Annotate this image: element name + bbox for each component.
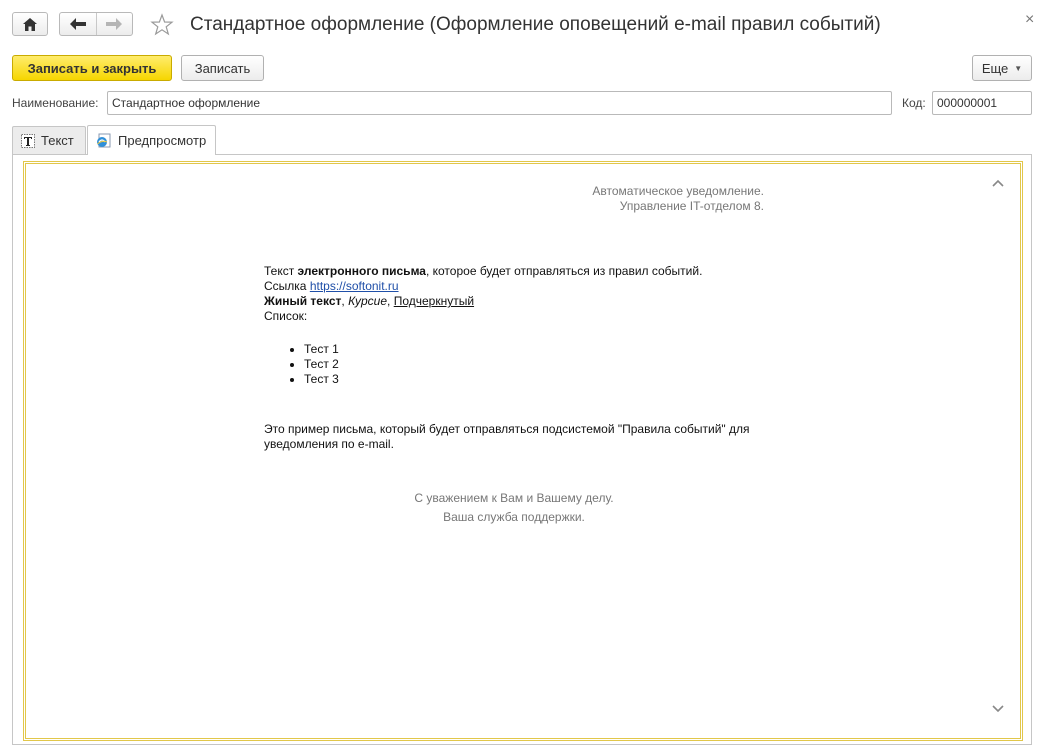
text-suffix: , которое будет отправляться из правил с… — [425, 264, 703, 278]
bold-sample: Жиный текст — [264, 294, 342, 308]
close-icon[interactable]: × — [1025, 12, 1034, 28]
notice-line-2: Управление IT-отделом 8. — [619, 199, 764, 213]
forward-button[interactable] — [96, 13, 132, 35]
code-label: Код: — [902, 96, 926, 110]
save-button[interactable]: Записать — [181, 55, 264, 81]
caret-down-icon: ▼ — [1014, 63, 1023, 73]
tab-text[interactable]: Текст — [12, 126, 86, 154]
regards-line-1: С уважением к Вам и Вашему делу. — [414, 491, 614, 505]
more-button[interactable]: Еще ▼ — [972, 55, 1032, 81]
save-and-close-button[interactable]: Записать и закрыть — [12, 55, 172, 81]
tab-preview[interactable]: Предпросмотр — [87, 125, 216, 155]
back-button[interactable] — [60, 13, 96, 35]
more-button-label: Еще — [981, 60, 1009, 76]
home-icon — [23, 17, 37, 31]
site-link[interactable]: https://softonit.ru — [310, 279, 399, 293]
text-format-icon — [21, 133, 35, 148]
code-input[interactable] — [932, 91, 1032, 115]
text-prefix: Текст — [264, 264, 298, 278]
list-item: Тест 2 — [304, 357, 784, 372]
underline-sample: Подчеркнутый — [393, 294, 475, 308]
browser-preview-icon — [96, 133, 112, 149]
scroll-down-icon[interactable] — [992, 702, 1004, 716]
regards-block: С уважением к Вам и Вашему делу. Ваша сл… — [264, 489, 764, 527]
example-text: Это пример письма, который будет отправл… — [264, 422, 750, 451]
home-button[interactable] — [12, 12, 48, 36]
text-bold: электронного письма — [297, 264, 426, 278]
name-input[interactable] — [107, 91, 892, 115]
list-item: Тест 3 — [304, 372, 784, 387]
auto-notice: Автоматическое уведомление. Управление I… — [592, 184, 764, 214]
history-navigation — [59, 12, 133, 36]
body-line-3: Жиный текст, Курсие, Подчеркнутый — [264, 294, 784, 309]
arrow-left-icon — [69, 18, 86, 30]
favorite-star-icon[interactable] — [150, 13, 174, 37]
link-label: Ссылка — [264, 279, 310, 293]
window-title: Стандартное оформление (Оформление опове… — [190, 14, 881, 35]
regards-line-2: Ваша служба поддержки. — [443, 510, 585, 524]
tab-preview-label: Предпросмотр — [118, 133, 207, 148]
notice-line-1: Автоматическое уведомление. — [592, 184, 764, 198]
body-line-2: Ссылка https://softonit.ru — [264, 279, 784, 294]
email-body: Текст электронного письма, которое будет… — [264, 264, 784, 387]
list-label: Список: — [264, 309, 308, 323]
sample-list: Тест 1 Тест 2 Тест 3 — [264, 342, 784, 387]
separator-2: , — [387, 294, 394, 308]
scroll-up-icon[interactable] — [992, 176, 1004, 190]
arrow-right-icon — [106, 18, 123, 30]
italic-sample: Курсие — [348, 294, 388, 308]
tab-text-label: Текст — [41, 133, 74, 148]
name-label: Наименование: — [12, 96, 99, 110]
body-line-1: Текст электронного письма, которое будет… — [264, 264, 784, 279]
list-item: Тест 1 — [304, 342, 784, 357]
